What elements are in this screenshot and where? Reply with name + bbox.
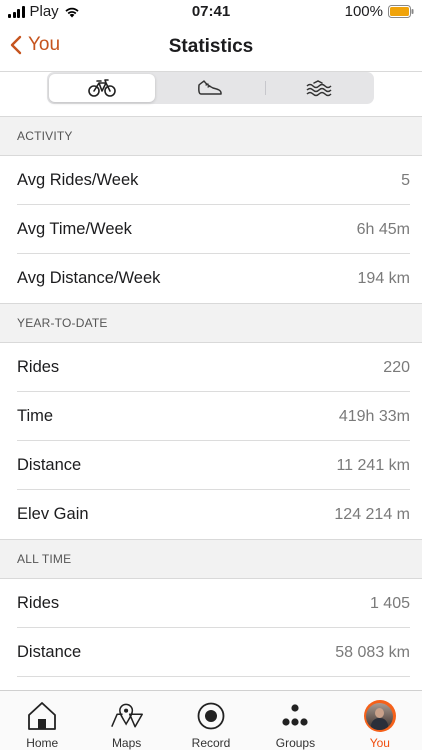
battery-percent: 100% [344,3,383,20]
stat-row: Distance 11 241 km [0,441,422,490]
stat-value: 194 km [357,269,410,287]
tab-label: Home [26,736,59,750]
record-icon [194,699,228,733]
tab-label: Record [191,736,231,750]
status-right: 100% [345,3,414,20]
home-icon [25,699,59,733]
stat-row: Rides 1 405 [0,579,422,628]
stat-label: Time [17,407,54,425]
stat-value: 124 214 m [334,505,410,523]
page-title: Statistics [168,36,254,57]
tab-home[interactable]: Home [0,691,84,750]
tab-maps[interactable]: Maps [84,691,168,750]
stat-value: 220 [383,358,410,376]
segment-ride[interactable] [49,74,155,102]
tab-record[interactable]: Record [169,691,253,750]
stat-row: Rides 220 [0,343,422,392]
groups-icon [278,699,312,733]
tab-you[interactable]: You [338,691,422,750]
stat-row: Time 419h 33m [0,392,422,441]
tab-bar: Home Maps Record Groups You [0,690,422,750]
stat-value: 11 241 km [336,456,410,474]
tab-you-icon [363,699,397,733]
stat-row: Avg Rides/Week 5 [0,156,422,205]
stat-label: Elev Gain [17,505,89,523]
avatar-photo [366,702,394,730]
avatar [363,700,396,732]
tab-label: Groups [275,736,316,750]
stat-value: 6h 45m [356,220,410,238]
stat-label: Rides [17,594,60,612]
stat-row: Avg Distance/Week 194 km [0,254,422,303]
stat-label: Avg Rides/Week [17,171,139,189]
stat-value: 1 405 [369,594,410,612]
sport-selector-area [0,72,422,116]
bike-icon [88,79,116,97]
stat-label: Distance [17,456,82,474]
segment-run[interactable] [157,74,263,102]
map-icon [110,699,144,733]
section-header-year-to-date: YEAR-TO-DATE [0,303,422,343]
stat-label: Avg Distance/Week [17,269,161,287]
status-bar: Play 07:41 100% [0,0,422,24]
section-header-all-time: ALL TIME [0,539,422,579]
navigation-bar: You Statistics [0,24,422,72]
statistics-list[interactable]: ACTIVITY Avg Rides/Week 5 Avg Time/Week … [0,116,422,690]
tab-groups[interactable]: Groups [253,691,337,750]
stat-label: Rides [17,358,60,376]
stat-row: Distance 58 083 km [0,628,422,677]
tab-label: You [369,736,390,750]
section-header-activity: ACTIVITY [0,116,422,156]
stat-row: Elev Gain 124 214 m [0,490,422,539]
segment-swim[interactable] [266,74,372,102]
stat-label: Distance [17,643,82,661]
tab-label: Maps [111,736,142,750]
battery-icon [388,5,414,18]
stat-value: 5 [401,171,410,189]
stat-value: 58 083 km [335,643,410,661]
swim-icon [306,80,332,97]
stat-value: 419h 33m [338,407,410,425]
shoe-icon [198,80,222,95]
stat-label: Avg Time/Week [17,220,132,238]
sport-segmented-control [47,72,374,104]
stat-row: Avg Time/Week 6h 45m [0,205,422,254]
